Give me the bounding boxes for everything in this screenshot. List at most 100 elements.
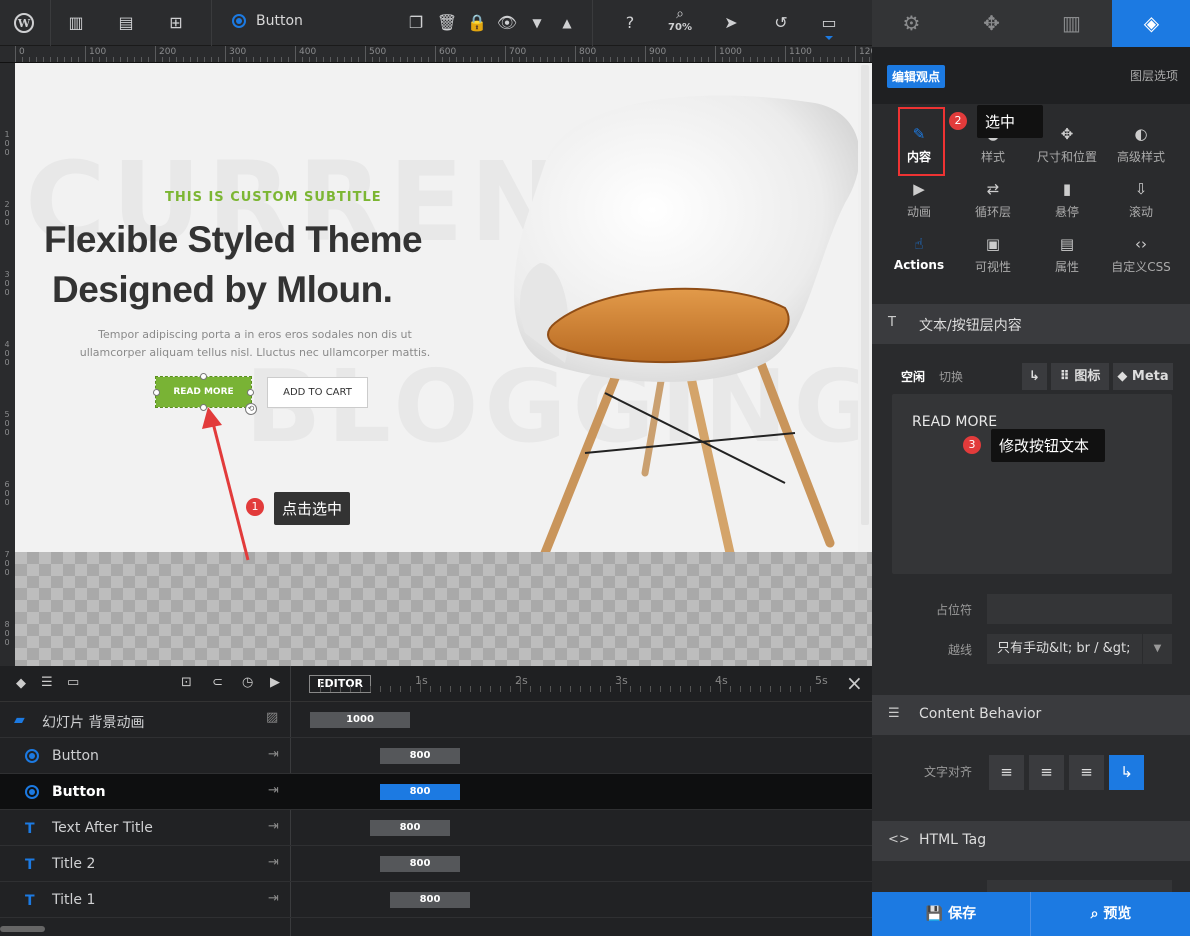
layer-options-label[interactable]: 图层选项 (1130, 67, 1178, 84)
code-icon: ‹› (1135, 235, 1147, 253)
module-label: 尺寸和位置 (1036, 150, 1097, 164)
help-icon[interactable]: ? (619, 12, 641, 34)
section-text-content[interactable]: T 文本/按钮层内容 (872, 304, 1190, 344)
module-contrast[interactable]: ◐ 高级样式 (1104, 124, 1178, 165)
tab-toggle[interactable]: 切换 (939, 368, 963, 385)
list-icon[interactable]: ☰ (41, 675, 53, 690)
html-tag-select[interactable] (987, 880, 1172, 892)
button-text-editor[interactable]: READ MORE (892, 394, 1172, 574)
ruler-mark: 0 (4, 629, 10, 638)
add-to-cart-button[interactable]: ADD TO CART (267, 377, 368, 408)
ruler-mark: 0 (19, 47, 25, 57)
tab-idle[interactable]: 空闲 (901, 368, 925, 385)
mouse-icon: ▮ (1062, 180, 1072, 198)
text-type-icon: T (888, 315, 896, 330)
play-icon[interactable]: ▶ (270, 675, 280, 690)
edit-viewpoint-badge[interactable]: 编辑观点 (887, 65, 946, 88)
slide-title-1[interactable]: Flexible Styled Theme (44, 219, 423, 261)
slide-library-icon[interactable]: ▥ (1032, 0, 1111, 47)
pointer-icon[interactable]: ➤ (720, 12, 742, 34)
magnet-icon[interactable]: ⊂ (212, 675, 223, 690)
folder-icon[interactable]: ▭ (67, 675, 79, 690)
close-icon[interactable]: × (846, 671, 863, 695)
module-scroll[interactable]: ⇩ 滚动 (1104, 179, 1178, 220)
resize-handle[interactable] (247, 389, 254, 396)
lock-icon[interactable]: 🔒 (466, 12, 488, 34)
meta-button[interactable]: ◆ Meta (1113, 363, 1173, 390)
image-library-icon[interactable]: ▨ (266, 710, 278, 725)
layers-stack-icon[interactable]: ◈ (1112, 0, 1190, 47)
timer-icon[interactable]: ◷ (242, 675, 253, 690)
grid-select-icon[interactable]: ⊡ (181, 675, 192, 690)
resize-handle[interactable] (153, 389, 160, 396)
slide-title-2[interactable]: Designed by Mloun. (52, 269, 393, 311)
layers-icon[interactable]: ◆ (16, 676, 26, 691)
timeline-bar[interactable]: 800 (380, 784, 460, 800)
zoom-control[interactable]: ⌕ 70% (660, 6, 700, 33)
menu-lines-icon: ☰ (888, 706, 900, 721)
module-loop[interactable]: ⇄ 循环层 (956, 179, 1030, 220)
module-play[interactable]: ▶ 动画 (882, 179, 956, 220)
align-left-icon[interactable]: ≡ (989, 755, 1024, 790)
module-mouse[interactable]: ▮ 悬停 (1030, 179, 1104, 220)
pin-end-icon[interactable]: ⇥ (268, 747, 279, 762)
timeline-row[interactable]: ▰ 幻灯片 背景动画 ▨ 1000 (0, 702, 872, 738)
chevron-down-icon[interactable]: ▼ (1142, 634, 1172, 664)
timeline-row[interactable]: T Title 1 ⇥ 800 (0, 882, 872, 918)
button-layer-icon (232, 14, 246, 28)
delete-icon[interactable]: 🗑 (436, 12, 458, 34)
module-hand[interactable]: ☝ Actions (882, 234, 956, 272)
pin-end-icon[interactable]: ⇥ (268, 891, 279, 906)
align-inherit-icon[interactable]: ↳ (1109, 755, 1144, 790)
read-more-button[interactable]: READ MORE (155, 376, 252, 408)
module-visibility[interactable]: ▣ 可视性 (956, 234, 1030, 275)
timeline-bar[interactable]: 800 (390, 892, 470, 908)
ruler-mark: 0 (4, 489, 10, 498)
duplicate-icon[interactable]: ❐ (405, 12, 427, 34)
settings-gear-icon[interactable]: ⚙ (872, 0, 951, 47)
selected-layer-name[interactable]: Button (232, 13, 303, 29)
align-center-icon[interactable]: ≡ (1029, 755, 1064, 790)
slide-canvas[interactable]: CURREN BLOGGING THIS IS CUSTOM SUBTITLE … (15, 63, 872, 552)
placeholder-input[interactable] (987, 594, 1172, 624)
timeline-row-selected[interactable]: Button ⇥ 800 (0, 774, 872, 810)
slide-subtitle[interactable]: THIS IS CUSTOM SUBTITLE (165, 190, 382, 205)
slide-description[interactable]: Tempor adipiscing porta a in eros eros s… (75, 326, 435, 362)
arrow-up-icon[interactable]: ▲ (556, 12, 578, 34)
section-html-tag[interactable]: <> HTML Tag (872, 821, 1190, 861)
undo-icon[interactable]: ↺ (770, 12, 792, 34)
timeline-row[interactable]: T Text After Title ⇥ 800 (0, 810, 872, 846)
pin-end-icon[interactable]: ⇥ (268, 855, 279, 870)
timeline-scrollbar[interactable] (0, 926, 45, 932)
hand-icon: ☝ (914, 235, 924, 253)
timeline-bar[interactable]: 800 (380, 748, 460, 764)
linebreak-icon[interactable]: ↳ (1022, 363, 1047, 390)
timeline-row[interactable]: T Title 2 ⇥ 800 (0, 846, 872, 882)
canvas-scrollbar[interactable] (858, 63, 872, 552)
timeline-row[interactable]: Button ⇥ 800 (0, 738, 872, 774)
module-document[interactable]: ▤ 属性 (1030, 234, 1104, 275)
ruler-mark: 900 (649, 47, 667, 57)
timeline-bar[interactable]: 800 (380, 856, 460, 872)
library-icon[interactable]: ▤ (115, 12, 137, 34)
module-code[interactable]: ‹› 自定义CSS (1104, 234, 1178, 275)
save-button[interactable]: 💾 保存 (872, 892, 1030, 936)
icon-insert-button[interactable]: ⠿ 图标 (1051, 363, 1109, 390)
add-layer-icon[interactable]: ⊞ (165, 12, 187, 34)
linebreak-select[interactable]: 只有手动&lt; br / &gt; ▼ (987, 634, 1172, 664)
columns-icon[interactable]: ▥ (65, 12, 87, 34)
arrow-down-icon[interactable]: ▼ (526, 12, 548, 34)
preview-button[interactable]: ⌕ 预览 (1032, 892, 1190, 936)
timeline-bar[interactable]: 800 (370, 820, 450, 836)
section-content-behavior[interactable]: ☰ Content Behavior (872, 695, 1190, 735)
time-mark: 2s (515, 674, 528, 687)
timeline-bar[interactable]: 1000 (310, 712, 410, 728)
desktop-icon[interactable]: ▭ (818, 12, 840, 34)
navigation-icon[interactable]: ✥ (952, 0, 1031, 47)
resize-handle[interactable] (200, 373, 207, 380)
align-right-icon[interactable]: ≡ (1069, 755, 1104, 790)
pin-end-icon[interactable]: ⇥ (268, 819, 279, 834)
pin-end-icon[interactable]: ⇥ (268, 783, 279, 798)
eye-icon[interactable]: 👁 (496, 12, 518, 34)
wordpress-icon[interactable]: W (13, 12, 35, 34)
